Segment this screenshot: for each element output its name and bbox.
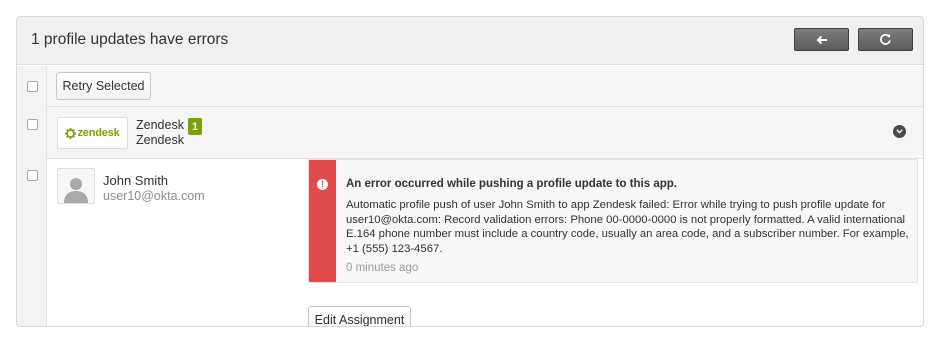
zendesk-logo-text: zendesk bbox=[77, 127, 120, 139]
panel-header: 1 profile updates have errors bbox=[17, 17, 923, 65]
app-name: Zendesk bbox=[136, 118, 184, 132]
avatar bbox=[57, 168, 95, 204]
app-row: zendesk Zendesk Zendesk 1 bbox=[47, 107, 923, 159]
edit-assignment-button[interactable]: Edit Assignment bbox=[308, 306, 411, 326]
user-row: John Smith user10@okta.com ! An error oc… bbox=[47, 159, 923, 326]
error-title: An error occurred while pushing a profil… bbox=[346, 178, 677, 190]
app-logo: zendesk bbox=[57, 117, 128, 149]
user-email: user10@okta.com bbox=[103, 189, 205, 203]
error-count-badge: 1 bbox=[188, 118, 202, 135]
exclamation-icon: ! bbox=[317, 179, 328, 190]
zendesk-gear-icon bbox=[65, 127, 77, 139]
profile-updates-panel: 1 profile updates have errors Retry Sele… bbox=[16, 16, 924, 327]
user-checkbox[interactable] bbox=[27, 170, 38, 181]
page-title: 1 profile updates have errors bbox=[31, 31, 229, 48]
back-button[interactable] bbox=[794, 28, 849, 51]
arrow-left-icon bbox=[816, 35, 827, 44]
app-subtitle: Zendesk bbox=[136, 133, 184, 147]
select-all-checkbox[interactable] bbox=[27, 81, 38, 92]
select-gutter bbox=[17, 66, 47, 326]
error-timestamp: 0 minutes ago bbox=[346, 262, 419, 274]
error-message: Automatic profile push of user John Smit… bbox=[346, 199, 909, 255]
user-silhouette-icon bbox=[64, 178, 88, 203]
refresh-button[interactable] bbox=[858, 28, 913, 51]
refresh-icon bbox=[880, 33, 891, 45]
toolbar: Retry Selected bbox=[47, 66, 923, 107]
error-message-box: ! An error occurred while pushing a prof… bbox=[308, 159, 918, 283]
user-name: John Smith bbox=[103, 173, 169, 188]
expand-button[interactable] bbox=[893, 125, 906, 138]
retry-selected-button[interactable]: Retry Selected bbox=[56, 72, 151, 100]
app-checkbox[interactable] bbox=[27, 119, 38, 130]
error-strip: ! bbox=[309, 160, 336, 282]
chevron-down-icon bbox=[896, 129, 903, 134]
